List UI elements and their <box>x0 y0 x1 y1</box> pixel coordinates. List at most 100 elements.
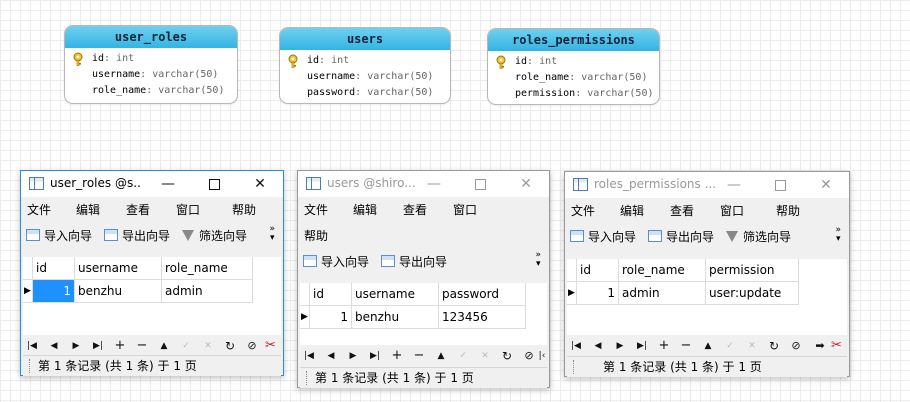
nav-overflow-icon[interactable]: |‹ <box>538 347 546 365</box>
data-grid[interactable]: id role_name permission ▶ 1 admin user:u… <box>567 259 847 335</box>
menu-help[interactable]: 帮助 <box>304 223 328 249</box>
table-window-users[interactable]: users @shiro... — ✕ 文件 编辑 查看 窗口 帮助 导入向导 … <box>297 170 550 388</box>
tools-icon[interactable]: ✂ <box>265 337 276 355</box>
edit-up-icon[interactable]: ▲ <box>434 347 448 365</box>
prior-record-icon[interactable]: ◀ <box>591 337 605 355</box>
stop-icon[interactable]: ⊘ <box>789 337 803 355</box>
edit-up-icon[interactable]: ▲ <box>157 337 171 355</box>
column-header[interactable]: username <box>351 283 439 306</box>
table-cell[interactable]: 1 <box>576 281 619 305</box>
data-grid[interactable]: id username role_name ▶ 1 benzhu admin <box>23 257 281 335</box>
table-row[interactable]: ▶ 1 benzhu admin <box>23 279 253 303</box>
table-cell[interactable]: benzhu <box>74 279 162 303</box>
minimize-button[interactable]: — <box>411 171 457 197</box>
prior-record-icon[interactable]: ◀ <box>324 347 338 365</box>
filter-wizard-button[interactable]: 筛选向导 <box>181 226 247 246</box>
menu-view[interactable]: 查看 <box>403 197 427 223</box>
insert-record-icon[interactable]: + <box>657 337 671 355</box>
last-record-icon[interactable]: ▶| <box>635 337 649 355</box>
first-record-icon[interactable]: |◀ <box>569 337 583 355</box>
menu-file[interactable]: 文件 <box>571 198 595 224</box>
stop-icon[interactable]: ⊘ <box>245 337 259 355</box>
minimize-button[interactable]: — <box>145 171 191 197</box>
menu-window[interactable]: 窗口 <box>176 197 200 223</box>
table-cell[interactable]: admin <box>161 279 253 303</box>
entity-field[interactable]: password: varchar(50) <box>288 85 450 101</box>
table-cell[interactable]: 1 <box>32 279 75 303</box>
table-cell[interactable]: admin <box>618 281 706 305</box>
maximize-button[interactable] <box>457 171 503 197</box>
column-header[interactable]: id <box>309 283 352 306</box>
close-button[interactable]: ✕ <box>237 171 283 197</box>
next-record-icon[interactable]: ▶ <box>69 337 83 355</box>
entity-field[interactable]: id: int <box>496 54 659 70</box>
data-grid[interactable]: id username password ▶ 1 benzhu 123456 <box>300 283 547 345</box>
stop-icon[interactable]: ⊘ <box>522 347 536 365</box>
menu-view[interactable]: 查看 <box>670 198 694 224</box>
entity-field[interactable]: permission: varchar(50) <box>496 86 659 102</box>
menu-file[interactable]: 文件 <box>27 197 51 223</box>
entity-roles-permissions[interactable]: roles_permissions id: int role_name: var… <box>487 28 660 105</box>
delete-record-icon[interactable]: − <box>135 337 149 355</box>
column-header[interactable]: username <box>74 257 162 280</box>
export-wizard-button[interactable]: 导出向导 <box>648 227 714 247</box>
toolbar-overflow-button[interactable]: » ▾ <box>269 225 275 243</box>
entity-user-roles[interactable]: user_roles id: int username: varchar(50)… <box>64 25 238 104</box>
delete-record-icon[interactable]: − <box>412 347 426 365</box>
menu-help[interactable]: 帮助 <box>232 197 256 223</box>
edit-up-icon[interactable]: ▲ <box>701 337 715 355</box>
minimize-button[interactable]: — <box>711 172 757 198</box>
first-record-icon[interactable]: |◀ <box>302 347 316 365</box>
entity-field[interactable]: role_name: varchar(50) <box>496 70 659 86</box>
cancel-icon[interactable]: ✕ <box>745 337 759 355</box>
column-header[interactable]: id <box>576 259 619 282</box>
delete-record-icon[interactable]: − <box>679 337 693 355</box>
cancel-icon[interactable]: ✕ <box>201 337 215 355</box>
entity-field[interactable]: id: int <box>288 53 450 69</box>
import-wizard-button[interactable]: 导入向导 <box>570 227 636 247</box>
apply-icon[interactable]: ✓ <box>456 347 470 365</box>
table-cell[interactable]: benzhu <box>351 305 439 329</box>
title-bar[interactable]: roles_permissions ... — ✕ <box>565 172 849 198</box>
menu-window[interactable]: 窗口 <box>453 197 477 223</box>
toolbar-overflow-button[interactable]: » ▾ <box>535 251 541 269</box>
column-header[interactable]: id <box>32 257 75 280</box>
tools-icon[interactable]: ✂ <box>831 337 842 355</box>
insert-record-icon[interactable]: + <box>113 337 127 355</box>
last-record-icon[interactable]: ▶| <box>368 347 382 365</box>
table-row[interactable]: ▶ 1 benzhu 123456 <box>300 305 526 329</box>
entity-field[interactable]: id: int <box>73 51 237 67</box>
menu-edit[interactable]: 编辑 <box>353 197 377 223</box>
menu-edit[interactable]: 编辑 <box>620 198 644 224</box>
title-bar[interactable]: user_roles @s... — ✕ <box>21 171 283 197</box>
export-wizard-button[interactable]: 导出向导 <box>104 226 170 246</box>
table-cell[interactable]: user:update <box>705 281 799 305</box>
next-record-icon[interactable]: ▶ <box>346 347 360 365</box>
column-header[interactable]: role_name <box>161 257 253 280</box>
import-wizard-button[interactable]: 导入向导 <box>26 226 92 246</box>
close-button[interactable]: ✕ <box>503 171 549 197</box>
menu-help[interactable]: 帮助 <box>776 198 800 224</box>
maximize-button[interactable] <box>757 172 803 198</box>
table-row[interactable]: ▶ 1 admin user:update <box>567 281 799 305</box>
entity-field[interactable]: role_name: varchar(50) <box>73 83 237 99</box>
prior-record-icon[interactable]: ◀ <box>47 337 61 355</box>
table-window-user-roles[interactable]: user_roles @s... — ✕ 文件 编辑 查看 窗口 帮助 导入向导… <box>20 170 284 376</box>
column-header[interactable]: permission <box>705 259 799 282</box>
menu-file[interactable]: 文件 <box>304 197 328 223</box>
import-wizard-button[interactable]: 导入向导 <box>303 252 369 272</box>
maximize-button[interactable] <box>191 171 237 197</box>
refresh-icon[interactable]: ↻ <box>223 337 237 355</box>
apply-icon[interactable]: ✓ <box>179 337 193 355</box>
refresh-icon[interactable]: ↻ <box>500 347 514 365</box>
menu-view[interactable]: 查看 <box>126 197 150 223</box>
insert-record-icon[interactable]: + <box>390 347 404 365</box>
cancel-icon[interactable]: ✕ <box>478 347 492 365</box>
refresh-icon[interactable]: ↻ <box>767 337 781 355</box>
export-wizard-button[interactable]: 导出向导 <box>381 252 447 272</box>
entity-users[interactable]: users id: int username: varchar(50) pass… <box>279 27 451 104</box>
close-button[interactable]: ✕ <box>803 172 849 198</box>
table-window-roles-permissions[interactable]: roles_permissions ... — ✕ 文件 编辑 查看 窗口 帮助… <box>564 171 850 377</box>
title-bar[interactable]: users @shiro... — ✕ <box>298 171 549 197</box>
column-header[interactable]: password <box>438 283 526 306</box>
